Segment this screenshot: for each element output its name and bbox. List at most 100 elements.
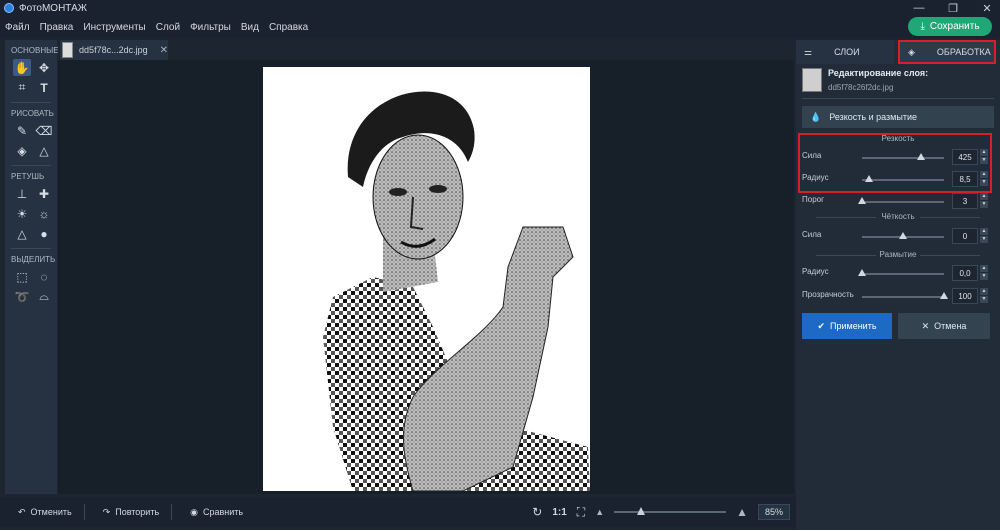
toolbox-section-title: РИСОВАТЬ bbox=[11, 109, 54, 118]
move-tool-icon[interactable]: ✥ bbox=[35, 59, 53, 76]
param-slider[interactable] bbox=[858, 269, 944, 276]
crop-tool-icon[interactable]: ⌗ bbox=[13, 79, 31, 96]
menu-help[interactable]: Справка bbox=[269, 22, 308, 33]
save-button-label: Сохранить bbox=[929, 21, 980, 32]
param-value-input[interactable]: 100 bbox=[952, 288, 978, 304]
param-slider-thumb[interactable] bbox=[899, 232, 907, 239]
bottom-toolbar: ↶ Отменить ↷ Повторить ◉ Сравнить ↻ 1:1 … bbox=[0, 497, 796, 527]
close-tab-icon[interactable]: ✕ bbox=[160, 45, 168, 56]
filter-button-label: Резкость и размытие bbox=[829, 112, 917, 122]
menu-bar: Файл Правка Инструменты Слой Фильтры Вид… bbox=[0, 16, 1000, 38]
stamp-tool-icon[interactable]: ⊥ bbox=[13, 185, 31, 202]
divider bbox=[83, 504, 85, 520]
undo-button[interactable]: ↶ Отменить bbox=[18, 507, 72, 518]
zoom-in-icon[interactable]: ▲ bbox=[736, 505, 748, 519]
right-panel: ⚌ СЛОИ ◈ ОБРАБОТКА Редактирование слоя: … bbox=[796, 40, 1000, 530]
eye-icon: ◉ bbox=[190, 506, 199, 517]
param-threshold: Порог 3 ▲ ▼ bbox=[802, 193, 992, 209]
tab-layers-label: СЛОИ bbox=[834, 47, 860, 57]
param-value-input[interactable]: 0 bbox=[952, 228, 978, 244]
layer-file-name: dd5f78c26f2dc.jpg bbox=[828, 83, 894, 92]
group-title-blur: Размытие bbox=[879, 250, 917, 259]
zoom-controls: ↻ 1:1 ⛶ ▲ ▲ 85% bbox=[532, 497, 790, 527]
param-slider-thumb[interactable] bbox=[940, 292, 948, 299]
download-icon: ⤓ bbox=[920, 21, 925, 32]
menu-layer[interactable]: Слой bbox=[156, 22, 180, 33]
param-slider[interactable] bbox=[858, 197, 944, 204]
document-thumbnail bbox=[62, 42, 74, 58]
param-value-input[interactable]: 0,0 bbox=[952, 265, 978, 281]
actual-size-button[interactable]: 1:1 bbox=[552, 507, 566, 518]
burn-tool-icon[interactable]: ☼ bbox=[35, 205, 53, 222]
cancel-label: Отмена bbox=[934, 321, 967, 331]
menu-view[interactable]: Вид bbox=[241, 22, 259, 33]
rect-select-icon[interactable]: ⬚ bbox=[13, 268, 31, 285]
param-label: Прозрачность bbox=[802, 290, 854, 299]
param-spinner[interactable]: ▲ ▼ bbox=[980, 193, 988, 209]
tab-layers[interactable]: ⚌ СЛОИ bbox=[796, 40, 894, 64]
title-bar: ФотоМОНТАЖ — ❐ ✕ bbox=[0, 0, 1000, 16]
eraser-tool-icon[interactable]: ⌫ bbox=[35, 122, 53, 139]
zoom-value[interactable]: 85% bbox=[758, 504, 790, 520]
polygon-lasso-icon[interactable]: ⌓ bbox=[35, 288, 53, 305]
param-spinner[interactable]: ▲ ▼ bbox=[980, 228, 988, 244]
fit-screen-icon[interactable]: ⛶ bbox=[577, 505, 585, 520]
zoom-slider[interactable] bbox=[614, 507, 727, 515]
divider bbox=[11, 102, 51, 103]
save-button[interactable]: ⤓ Сохранить bbox=[908, 17, 992, 36]
apply-button[interactable]: ✔ Применить bbox=[802, 313, 892, 339]
undo-label: Отменить bbox=[30, 507, 72, 517]
param-slider[interactable] bbox=[862, 292, 948, 299]
fill-tool-icon[interactable]: ◈ bbox=[13, 142, 31, 159]
lasso-icon[interactable]: ➰ bbox=[13, 288, 31, 305]
drop-icon: 💧 bbox=[810, 111, 822, 122]
checkmark-icon: ✔ bbox=[817, 320, 826, 331]
param-clarity-strength: Сила 0 ▲ ▼ bbox=[802, 228, 992, 244]
cancel-button[interactable]: ✕ Отмена bbox=[898, 313, 990, 339]
redo-label: Повторить bbox=[115, 507, 160, 517]
param-label: Сила bbox=[802, 230, 822, 239]
sharpen-tool-icon[interactable]: △ bbox=[13, 225, 31, 242]
param-spinner[interactable]: ▲ ▼ bbox=[980, 265, 988, 281]
compare-button[interactable]: ◉ Сравнить bbox=[190, 507, 243, 518]
param-label: Радиус bbox=[802, 267, 829, 276]
hand-tool-icon[interactable]: ✋ bbox=[13, 59, 31, 76]
param-value-input[interactable]: 3 bbox=[952, 193, 978, 209]
divider bbox=[11, 165, 51, 166]
sliders-icon: ⚌ bbox=[804, 46, 813, 57]
blur-tool-icon[interactable]: ● bbox=[35, 225, 53, 242]
divider bbox=[11, 248, 51, 249]
document-name: dd5f78c...2dc.jpg bbox=[79, 45, 148, 55]
layer-header: Редактирование слоя: dd5f78c26f2dc.jpg bbox=[802, 68, 992, 92]
layer-title: Редактирование слоя: bbox=[828, 68, 929, 78]
menu-file[interactable]: Файл bbox=[5, 22, 30, 33]
menu-tools[interactable]: Инструменты bbox=[83, 22, 145, 33]
divider bbox=[171, 504, 173, 520]
param-slider[interactable] bbox=[862, 232, 944, 239]
minimize-icon[interactable]: — bbox=[912, 2, 926, 14]
param-slider-thumb[interactable] bbox=[858, 269, 866, 276]
menu-filters[interactable]: Фильтры bbox=[190, 22, 231, 33]
ellipse-select-icon[interactable]: ◌ bbox=[35, 268, 53, 285]
tab-processing[interactable]: ◈ ОБРАБОТКА bbox=[898, 40, 996, 64]
rotate-icon[interactable]: ↻ bbox=[532, 505, 542, 519]
text-tool-icon[interactable]: T bbox=[35, 79, 53, 96]
canvas-area[interactable] bbox=[58, 60, 794, 494]
redo-button[interactable]: ↷ Повторить bbox=[103, 507, 159, 518]
shapes-tool-icon[interactable]: △ bbox=[35, 142, 53, 159]
close-icon[interactable]: ✕ bbox=[980, 2, 994, 15]
dodge-tool-icon[interactable]: ☀ bbox=[13, 205, 31, 222]
layer-thumbnail bbox=[802, 68, 822, 92]
panel-tabs: ⚌ СЛОИ ◈ ОБРАБОТКА bbox=[796, 40, 1000, 64]
highlight-annotation bbox=[798, 133, 992, 193]
zoom-slider-thumb[interactable] bbox=[636, 507, 645, 515]
menu-edit[interactable]: Правка bbox=[40, 22, 74, 33]
sharpen-blur-filter-button[interactable]: 💧 Резкость и размытие bbox=[802, 106, 994, 128]
maximize-icon[interactable]: ❐ bbox=[946, 2, 960, 15]
brush-tool-icon[interactable]: ✎ bbox=[13, 122, 31, 139]
param-spinner[interactable]: ▲ ▼ bbox=[980, 288, 988, 304]
zoom-out-icon[interactable]: ▲ bbox=[595, 507, 604, 517]
param-slider-thumb[interactable] bbox=[858, 197, 866, 204]
healing-tool-icon[interactable]: ✚ bbox=[35, 185, 53, 202]
document-tab[interactable]: dd5f78c...2dc.jpg ✕ bbox=[60, 40, 168, 60]
